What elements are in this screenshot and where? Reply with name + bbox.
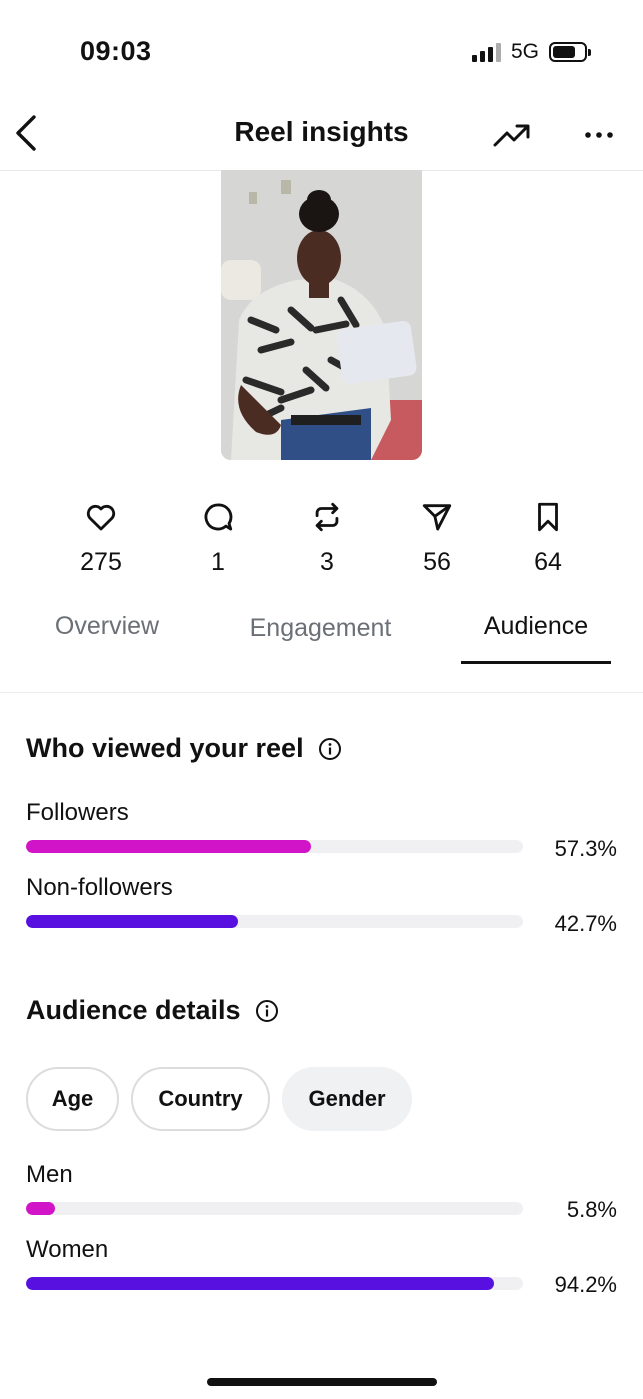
women-label: Women xyxy=(26,1236,109,1263)
audience-title: Audience details xyxy=(26,995,241,1025)
reel-preview-image xyxy=(221,170,422,460)
info-icon[interactable] xyxy=(318,737,342,761)
men-bar xyxy=(26,1202,523,1215)
trend-button[interactable] xyxy=(492,120,532,150)
saves-count: 64 xyxy=(534,548,562,576)
status-time: 09:03 xyxy=(80,36,152,66)
bookmark-icon xyxy=(538,502,558,532)
non-followers-percent: 42.7% xyxy=(554,911,617,936)
followers-bar xyxy=(26,840,523,853)
stat-saves: 64 xyxy=(503,500,593,577)
filter-gender[interactable]: Gender xyxy=(282,1067,412,1131)
active-tab-indicator xyxy=(461,661,611,664)
non-followers-label: Non-followers xyxy=(26,874,173,901)
repost-icon xyxy=(315,502,339,532)
stat-likes: 275 xyxy=(56,500,146,577)
stat-reposts: 3 xyxy=(282,500,372,577)
network-label: 5G xyxy=(510,40,539,63)
signal-icon xyxy=(471,42,501,62)
more-button[interactable] xyxy=(584,128,614,140)
comment-icon xyxy=(204,503,233,531)
filter-country[interactable]: Country xyxy=(131,1067,270,1131)
status-indicators: 5G xyxy=(471,40,591,64)
non-followers-bar-fill xyxy=(26,915,239,928)
women-bar-fill xyxy=(26,1277,495,1290)
followers-label: Followers xyxy=(26,799,129,826)
reel-thumbnail[interactable] xyxy=(221,170,422,460)
tab-overview[interactable]: Overview xyxy=(36,612,178,641)
more-horizontal-icon xyxy=(585,132,613,138)
viewers-title: Who viewed your reel xyxy=(26,733,304,763)
tab-audience[interactable]: Audience xyxy=(461,612,611,641)
followers-bar-fill xyxy=(26,840,311,853)
comments-count: 1 xyxy=(211,548,225,576)
battery-icon xyxy=(549,42,591,62)
women-bar xyxy=(26,1277,523,1290)
stat-comments: 1 xyxy=(173,500,263,577)
audience-section-title: Audience details xyxy=(26,995,279,1026)
viewers-section-title: Who viewed your reel xyxy=(26,733,342,764)
men-bar-fill xyxy=(26,1202,55,1215)
home-indicator[interactable] xyxy=(207,1378,437,1386)
page-title: Reel insights xyxy=(234,116,409,147)
men-percent: 5.8% xyxy=(566,1197,617,1222)
non-followers-bar xyxy=(26,915,523,928)
women-percent: 94.2% xyxy=(554,1272,617,1297)
followers-percent: 57.3% xyxy=(554,836,617,861)
info-icon[interactable] xyxy=(255,999,279,1023)
stat-shares: 56 xyxy=(392,500,482,577)
likes-count: 275 xyxy=(80,548,122,576)
tabs-divider xyxy=(0,692,643,693)
heart-icon xyxy=(86,504,116,531)
men-label: Men xyxy=(26,1161,73,1188)
filter-age[interactable]: Age xyxy=(26,1067,119,1131)
send-icon xyxy=(422,504,452,531)
tab-engagement[interactable]: Engagement xyxy=(243,612,398,644)
shares-count: 56 xyxy=(423,548,451,576)
trending-up-icon xyxy=(493,124,530,147)
reposts-count: 3 xyxy=(320,548,334,576)
